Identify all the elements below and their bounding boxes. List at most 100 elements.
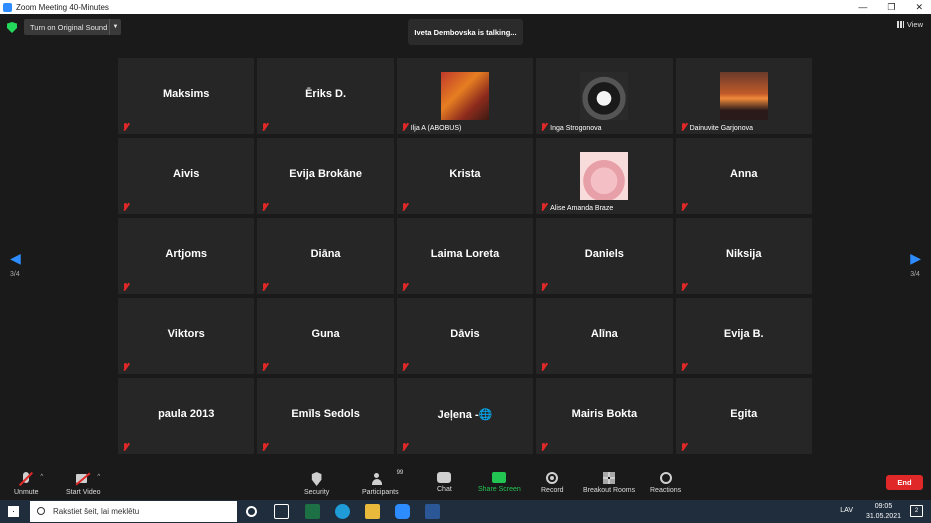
meeting-area: Turn on Original Sound ▼ Iveta Dembovska… — [0, 14, 931, 470]
share-screen-icon — [492, 472, 507, 483]
participant-tile[interactable]: Artjoms — [118, 218, 255, 294]
shield-icon — [311, 472, 322, 486]
breakout-rooms-button[interactable]: Breakout Rooms — [583, 470, 635, 494]
participant-tile[interactable]: Evija Brokāne — [257, 138, 394, 214]
clock[interactable]: 09:05 31.05.2021 — [866, 502, 901, 522]
gallery-grid: Maksims Ēriks D. Ilja A (ABOBUS) Inga Strog… — [118, 58, 812, 454]
participant-tile[interactable]: Diāna — [257, 218, 394, 294]
participant-name: Dāvis — [450, 328, 480, 340]
muted-mic-icon — [261, 443, 268, 451]
chevron-down-icon[interactable]: ▼ — [109, 19, 121, 35]
muted-mic-icon — [401, 123, 408, 131]
participant-tile[interactable]: Krista — [396, 138, 534, 214]
participant-tile[interactable]: Maksims — [118, 58, 255, 134]
window-titlebar: Zoom Meeting 40-Minutes — ❐ ✕ — [0, 0, 931, 14]
participant-tile[interactable]: Alīna — [536, 298, 673, 374]
participants-button[interactable]: 99 Participants — [362, 470, 403, 496]
participant-tile[interactable]: Laima Loreta — [396, 218, 534, 294]
chevron-up-icon[interactable]: ^ — [97, 474, 100, 480]
edge-icon[interactable] — [335, 504, 350, 519]
task-view-icon[interactable] — [274, 504, 289, 519]
participant-tile[interactable]: Daniels — [536, 218, 673, 294]
minimize-button[interactable]: — — [858, 0, 867, 14]
participant-tile[interactable]: Viktors — [118, 298, 255, 374]
unmute-button[interactable]: ^ Unmute — [14, 470, 43, 496]
participant-tile[interactable]: Mairis Bokta — [536, 378, 673, 454]
excel-icon[interactable] — [305, 504, 320, 519]
view-button[interactable]: View — [896, 20, 923, 29]
participant-tile[interactable]: Dāvis — [396, 298, 534, 374]
participant-tile[interactable]: Alise Amanda Braze — [536, 138, 673, 214]
reactions-label: Reactions — [650, 487, 682, 494]
restore-button[interactable]: ❐ — [887, 0, 895, 14]
participant-name: Diāna — [310, 248, 341, 260]
security-button[interactable]: Security — [304, 470, 329, 496]
muted-mic-icon: ^ — [17, 472, 43, 486]
chat-button[interactable]: Chat — [437, 470, 452, 493]
share-screen-button[interactable]: Share Screen — [478, 470, 521, 493]
participant-tile[interactable]: Ēriks D. — [257, 58, 394, 134]
participant-name: Laima Loreta — [430, 248, 500, 260]
participant-name: Alīna — [590, 328, 618, 340]
start-video-button[interactable]: ^ Start Video — [66, 470, 101, 496]
word-icon[interactable] — [425, 504, 440, 519]
participant-name: Ēriks D. — [305, 88, 347, 100]
muted-mic-icon — [122, 123, 129, 131]
muted-mic-icon — [540, 283, 547, 291]
chevron-up-icon[interactable]: ^ — [40, 474, 43, 480]
muted-mic-icon — [680, 203, 687, 211]
participant-name: Egita — [730, 408, 758, 420]
participant-name: Artjoms — [165, 248, 207, 260]
muted-mic-icon — [261, 363, 268, 371]
reactions-button[interactable]: Reactions — [650, 470, 681, 494]
participant-tile[interactable]: Anna — [675, 138, 812, 214]
participant-label: Ilja A (ABOBUS) — [410, 125, 462, 132]
original-sound-button[interactable]: Turn on Original Sound ▼ — [24, 19, 121, 35]
unmute-label: Unmute — [14, 489, 39, 496]
muted-mic-icon — [540, 443, 547, 451]
zoom-taskbar-icon[interactable] — [395, 504, 410, 519]
participant-tile[interactable]: Inga Strogonova — [536, 58, 673, 134]
muted-mic-icon — [401, 363, 408, 371]
grid-icon — [896, 21, 904, 28]
view-label: View — [906, 20, 923, 29]
notification-icon[interactable]: 2 — [910, 505, 923, 517]
participant-tile[interactable]: Guna — [257, 298, 394, 374]
muted-mic-icon — [261, 203, 268, 211]
participant-name: Guna — [311, 328, 340, 340]
next-page-button[interactable]: ▶ 3/4 — [910, 250, 921, 278]
record-button[interactable]: Record — [541, 470, 564, 494]
participant-tile[interactable]: paula 2013 — [118, 378, 255, 454]
participant-tile[interactable]: Dainuvite Garjonova — [675, 58, 812, 134]
participants-icon: 99 — [371, 470, 403, 486]
participant-tile[interactable]: Aivis — [118, 138, 255, 214]
participant-name: Mairis Bokta — [571, 408, 638, 420]
file-explorer-icon[interactable] — [365, 504, 380, 519]
participant-avatar — [580, 72, 629, 120]
participant-avatar — [580, 152, 629, 200]
record-icon — [546, 472, 559, 484]
muted-mic-icon — [540, 363, 547, 371]
close-button[interactable]: ✕ — [915, 0, 923, 14]
video-off-icon: ^ — [74, 472, 100, 486]
participant-tile[interactable]: Ilja A (ABOBUS) — [396, 58, 534, 134]
participant-name: Krista — [449, 168, 481, 180]
participant-tile[interactable]: Evija B. — [675, 298, 812, 374]
end-button[interactable]: End — [886, 475, 923, 490]
participant-tile[interactable]: Niksija — [675, 218, 812, 294]
muted-mic-icon — [401, 443, 408, 451]
zoom-logo-icon — [3, 2, 12, 12]
muted-mic-icon — [122, 443, 129, 451]
participant-tile[interactable]: Egita — [675, 378, 812, 454]
taskbar-search-input[interactable]: Rakstiet šeit, lai meklētu — [30, 501, 237, 522]
windows-start-icon[interactable] — [8, 506, 19, 517]
participant-tile[interactable]: Emīls Sedols — [257, 378, 394, 454]
language-indicator[interactable]: LAV — [840, 507, 853, 514]
participant-name: Viktors — [167, 328, 205, 340]
cortana-icon[interactable] — [246, 506, 257, 517]
muted-mic-icon — [680, 443, 687, 451]
encryption-shield-icon[interactable] — [7, 22, 17, 33]
participant-tile[interactable]: Jeļena -🌐 — [396, 378, 534, 454]
share-screen-label: Share Screen — [478, 486, 521, 493]
prev-page-button[interactable]: ◀ 3/4 — [10, 250, 21, 278]
